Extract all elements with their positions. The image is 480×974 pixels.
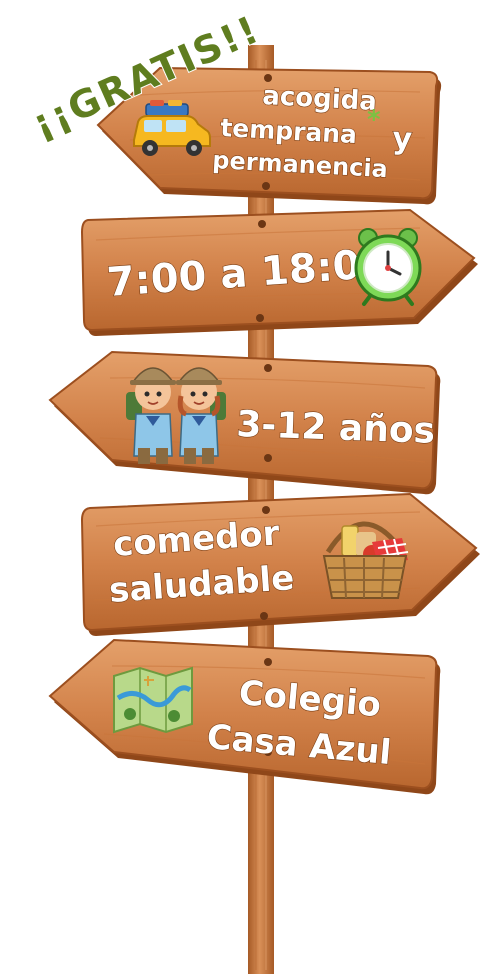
sign-1-line-1: acogida — [262, 81, 378, 117]
sign-1-line-3: y — [392, 121, 414, 157]
alarm-clock-icon — [354, 228, 422, 306]
signpost-graphic: ¡¡GRATIS!! acogida temprana * y permanen… — [25, 6, 480, 974]
sign-1-asterisk: * — [367, 105, 381, 135]
sign-3-line-1: 3-12 años — [236, 404, 436, 452]
map-icon — [113, 666, 193, 734]
